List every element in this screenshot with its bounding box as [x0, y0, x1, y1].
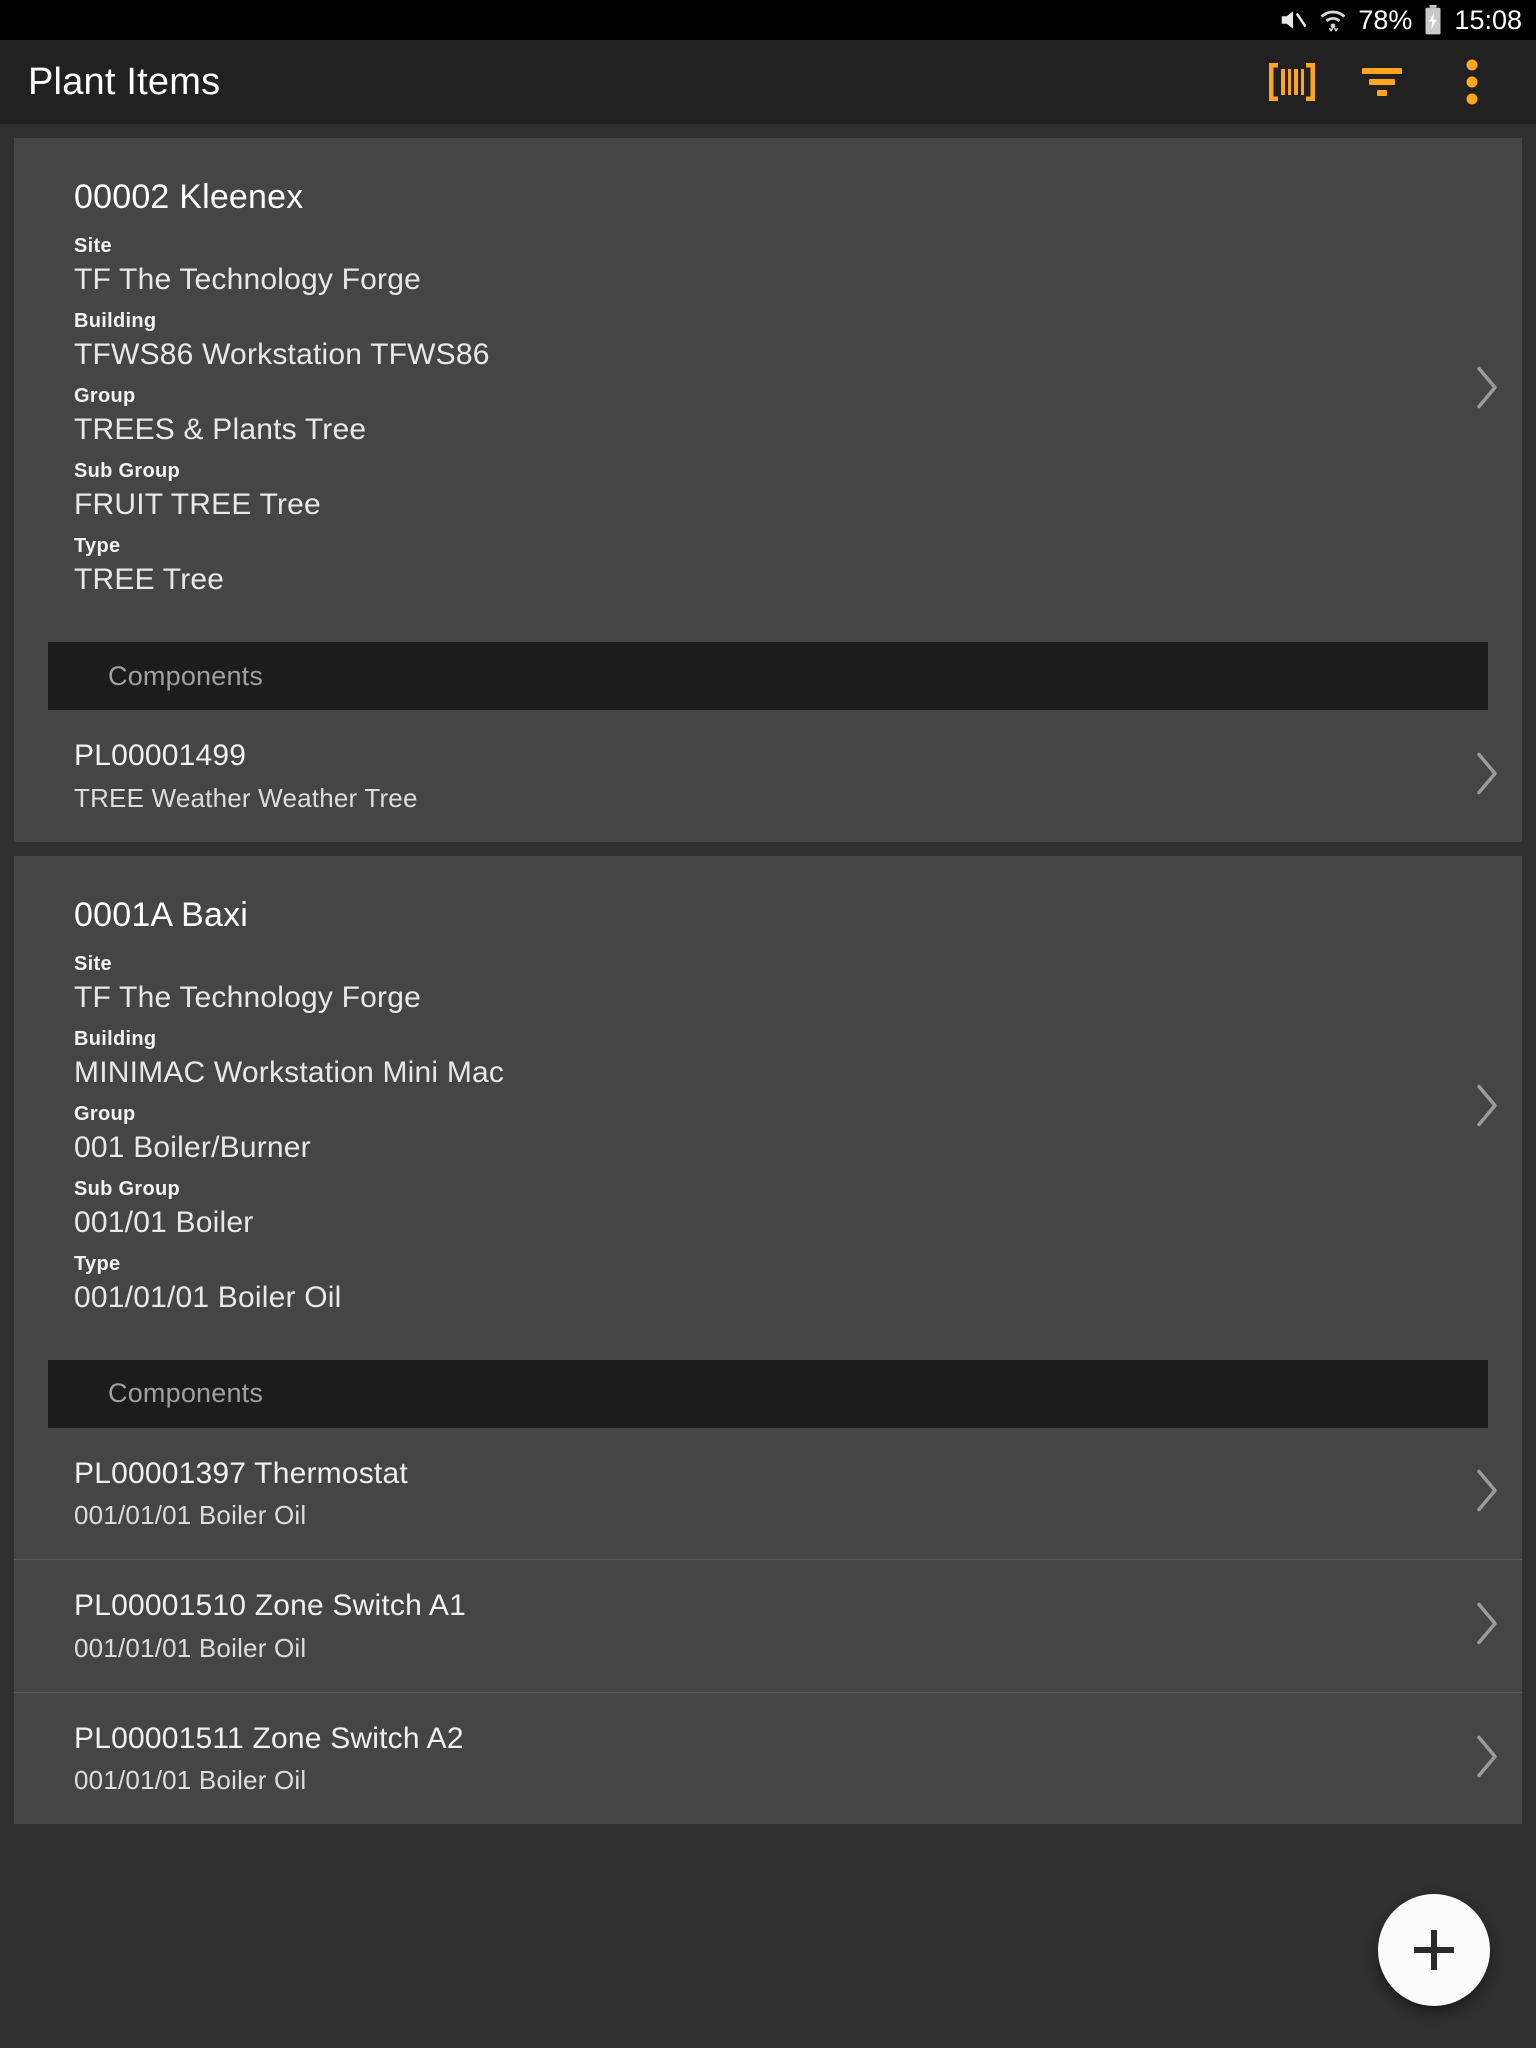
- field-value: TF The Technology Forge: [74, 980, 422, 1014]
- chevron-right-icon: [1474, 1734, 1500, 1783]
- chevron-right-icon: [1474, 1601, 1500, 1650]
- field-building: Building MINIMAC Workstation Mini Mac: [74, 1026, 1478, 1092]
- app-bar-actions: [1264, 54, 1514, 110]
- plant-item-title: 00002 Kleenex: [74, 178, 304, 216]
- chevron-right-icon: [1474, 1469, 1500, 1518]
- field-value: MINIMAC Workstation Mini Mac: [74, 1055, 505, 1089]
- plant-item-summary[interactable]: 00002 Kleenex Site TF The Technology For…: [14, 138, 1522, 642]
- field-site: Site TF The Technology Forge: [74, 233, 1478, 299]
- clock-label: 15:08: [1454, 4, 1522, 35]
- field-type: Type TREE Tree: [74, 533, 1478, 599]
- field-type: Type 001/01/01 Boiler Oil: [74, 1251, 1478, 1317]
- component-list-item[interactable]: PL00001511 Zone Switch A2 001/01/01 Boil…: [14, 1691, 1522, 1825]
- barcode-scan-button[interactable]: [1264, 54, 1320, 110]
- plus-icon: [1414, 1930, 1454, 1970]
- field-label: Group: [74, 385, 136, 407]
- field-label: Type: [74, 1252, 121, 1275]
- component-subtitle: 001/01/01 Boiler Oil: [74, 1500, 307, 1531]
- field-label: Sub Group: [74, 460, 181, 482]
- field-building: Building TFWS86 Workstation TFWS86: [74, 308, 1478, 374]
- components-header: Components: [48, 1359, 1488, 1428]
- components-header-label: Components: [108, 660, 264, 691]
- plant-item-summary[interactable]: 0001A Baxi Site TF The Technology Forge …: [14, 856, 1522, 1360]
- field-value: TF The Technology Forge: [74, 263, 422, 296]
- component-name: PL00001511 Zone Switch A2: [74, 1721, 464, 1755]
- component-list-item[interactable]: PL00001510 Zone Switch A1 001/01/01 Boil…: [14, 1559, 1522, 1692]
- app-bar: Plant Items: [0, 40, 1536, 124]
- field-label: Building: [74, 310, 157, 332]
- field-label: Sub Group: [74, 1177, 181, 1200]
- field-label: Type: [74, 535, 121, 557]
- field-value: FRUIT TREE Tree: [74, 488, 321, 521]
- field-label: Site: [74, 235, 112, 257]
- field-sub-group: Sub Group FRUIT TREE Tree: [74, 458, 1478, 524]
- field-value: TFWS86 Workstation TFWS86: [74, 338, 490, 371]
- components-header-label: Components: [108, 1378, 264, 1409]
- plant-item-card[interactable]: 0001A Baxi Site TF The Technology Forge …: [14, 855, 1522, 1825]
- field-value: TREE Tree: [74, 563, 225, 596]
- field-label: Site: [74, 952, 112, 975]
- field-label: Building: [74, 1027, 157, 1050]
- filter-button[interactable]: [1354, 54, 1410, 110]
- add-plant-item-button[interactable]: [1378, 1894, 1490, 2006]
- overflow-menu-button[interactable]: [1444, 54, 1500, 110]
- component-subtitle: TREE Weather Weather Tree: [74, 782, 418, 813]
- battery-charging-icon: [1423, 5, 1443, 35]
- component-subtitle: 001/01/01 Boiler Oil: [74, 1765, 307, 1796]
- components-header: Components: [48, 642, 1488, 710]
- field-value: TREES & Plants Tree: [74, 413, 367, 446]
- component-name: PL00001510 Zone Switch A1: [74, 1589, 466, 1623]
- volume-mute-icon: [1278, 5, 1308, 35]
- component-list-item[interactable]: PL00001499 TREE Weather Weather Tree: [14, 710, 1522, 842]
- battery-percent-label: 78%: [1358, 4, 1413, 35]
- status-bar: 78% 15:08: [0, 0, 1536, 40]
- component-name: PL00001397 Thermostat: [74, 1456, 408, 1490]
- plant-items-list[interactable]: 00002 Kleenex Site TF The Technology For…: [0, 124, 1536, 2048]
- wifi-icon: [1319, 6, 1347, 34]
- field-group: Group TREES & Plants Tree: [74, 383, 1478, 449]
- chevron-right-icon: [1474, 751, 1500, 800]
- component-list-item[interactable]: PL00001397 Thermostat 001/01/01 Boiler O…: [14, 1428, 1522, 1560]
- field-value: 001/01/01 Boiler Oil: [74, 1280, 342, 1314]
- field-site: Site TF The Technology Forge: [74, 951, 1478, 1017]
- page-title: Plant Items: [28, 60, 221, 103]
- component-name: PL00001499: [74, 739, 247, 772]
- component-subtitle: 001/01/01 Boiler Oil: [74, 1632, 307, 1663]
- field-value: 001/01 Boiler: [74, 1205, 254, 1239]
- plant-item-title: 0001A Baxi: [74, 895, 249, 934]
- plant-item-card[interactable]: 00002 Kleenex Site TF The Technology For…: [14, 138, 1522, 842]
- field-value: 001 Boiler/Burner: [74, 1130, 311, 1164]
- field-group: Group 001 Boiler/Burner: [74, 1101, 1478, 1167]
- chevron-right-icon: [1474, 1083, 1500, 1132]
- field-sub-group: Sub Group 001/01 Boiler: [74, 1176, 1478, 1242]
- field-label: Group: [74, 1102, 136, 1125]
- chevron-right-icon: [1474, 366, 1500, 415]
